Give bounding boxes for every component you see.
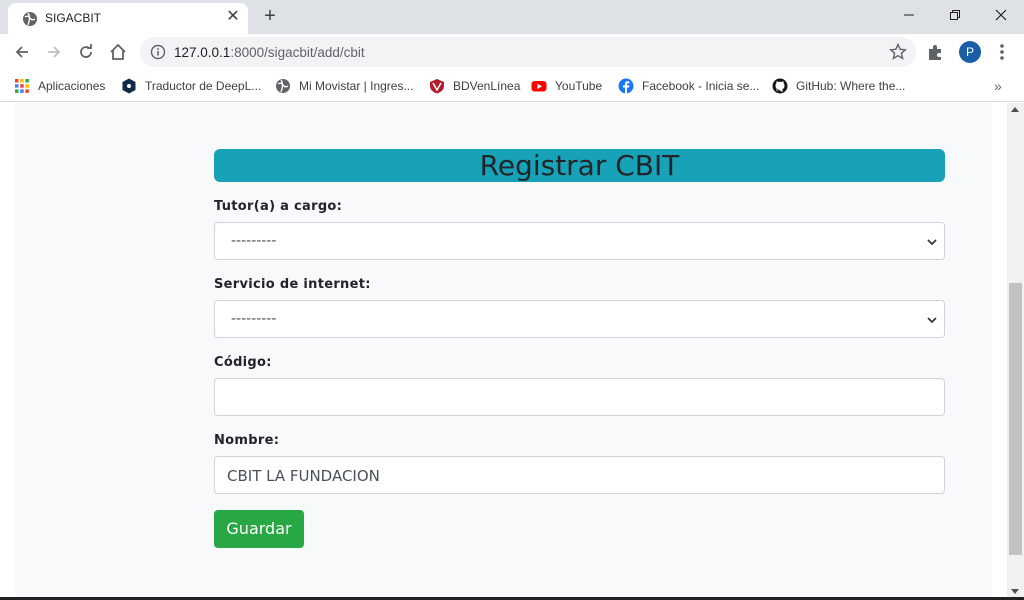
scroll-down-arrow-icon[interactable]: [1011, 589, 1019, 594]
home-button[interactable]: [106, 40, 130, 64]
close-window-button[interactable]: [978, 0, 1024, 30]
tutor-select-value: ---------: [231, 233, 277, 249]
close-icon: [995, 9, 1007, 21]
address-bar[interactable]: 127.0.0.1:8000/sigacbit/add/cbit: [140, 37, 916, 67]
codigo-input[interactable]: [214, 378, 945, 416]
vertical-scrollbar[interactable]: [1007, 103, 1024, 600]
tutor-label: Tutor(a) a cargo:: [214, 199, 343, 214]
url-host: 127.0.0.1: [174, 45, 231, 60]
more-bookmarks-icon[interactable]: »: [994, 76, 1008, 96]
apps-grid-icon: [15, 79, 29, 93]
url-path: :8000/sigacbit/add/cbit: [230, 45, 365, 60]
bookmark-label: GitHub: Where the...: [796, 79, 906, 93]
close-tab-icon[interactable]: ✕: [224, 8, 242, 26]
save-button[interactable]: Guardar: [214, 510, 304, 548]
bookmark-facebook[interactable]: Facebook - Inicia se...: [618, 76, 759, 96]
facebook-icon: [618, 78, 634, 94]
bookmark-bdvenlinea[interactable]: BDVenLínea: [429, 76, 520, 96]
minimize-window-button[interactable]: [886, 0, 932, 30]
kebab-menu-icon[interactable]: [994, 42, 1010, 62]
internet-label: Servicio de internet:: [214, 277, 371, 292]
bookmark-label: YouTube: [555, 79, 603, 93]
internet-select-value: ---------: [231, 311, 277, 327]
restore-window-button[interactable]: [932, 0, 978, 30]
globe-icon: [276, 79, 290, 93]
github-icon: [772, 78, 788, 94]
scrollbar-thumb[interactable]: [1009, 283, 1022, 555]
tab-strip: SIGACBIT ✕ +: [0, 0, 1024, 34]
nombre-input-value: CBIT LA FUNDACION: [227, 467, 380, 485]
bdv-icon: [430, 79, 444, 94]
chevron-down-icon: [927, 317, 937, 324]
scroll-up-arrow-icon[interactable]: [1011, 107, 1019, 112]
home-icon: [110, 43, 126, 60]
tutor-select[interactable]: ---------: [214, 222, 945, 260]
bookmark-movistar[interactable]: Mi Movistar | Ingres...: [275, 76, 413, 96]
globe-icon: [23, 12, 37, 26]
nombre-input[interactable]: CBIT LA FUNDACION: [214, 456, 945, 494]
new-tab-icon[interactable]: +: [258, 5, 282, 29]
bookmark-star-icon[interactable]: [889, 43, 907, 61]
tab-title: SIGACBIT: [45, 11, 102, 25]
bookmark-apps[interactable]: Aplicaciones: [14, 76, 105, 96]
bookmark-deepl[interactable]: Traductor de DeepL...: [121, 76, 261, 96]
restore-icon: [950, 10, 960, 20]
profile-avatar[interactable]: P: [959, 41, 981, 63]
arrow-forward-icon: [48, 46, 61, 58]
chevron-down-icon: [927, 239, 937, 246]
url-text[interactable]: 127.0.0.1:8000/sigacbit/add/cbit: [174, 45, 365, 60]
info-icon[interactable]: [150, 44, 166, 60]
reload-button[interactable]: [74, 40, 98, 64]
form-title: Registrar CBIT: [214, 149, 945, 182]
page-viewport: Registrar CBIT Tutor(a) a cargo: -------…: [0, 103, 1024, 600]
bookmark-label: Traductor de DeepL...: [145, 79, 262, 93]
bookmark-github[interactable]: GitHub: Where the...: [772, 76, 905, 96]
bookmark-label: Facebook - Inicia se...: [642, 79, 760, 93]
arrow-back-icon: [15, 46, 28, 58]
bookmark-label: BDVenLínea: [453, 79, 521, 93]
extensions-puzzle-icon[interactable]: [926, 42, 946, 62]
bookmark-label: Aplicaciones: [38, 79, 106, 93]
form-container: Registrar CBIT Tutor(a) a cargo: -------…: [15, 103, 992, 600]
deepl-icon: [122, 78, 136, 94]
internet-service-select[interactable]: ---------: [214, 300, 945, 338]
bookmark-label: Mi Movistar | Ingres...: [299, 79, 414, 93]
reload-icon: [80, 44, 92, 58]
forward-button[interactable]: [42, 40, 66, 64]
youtube-icon: [531, 81, 547, 92]
nombre-label: Nombre:: [214, 433, 280, 448]
codigo-label: Código:: [214, 355, 272, 370]
browser-tab[interactable]: SIGACBIT ✕: [8, 3, 248, 34]
bookmark-youtube[interactable]: YouTube: [531, 76, 602, 96]
minimize-icon: [904, 14, 914, 16]
bookmarks-bar: Aplicaciones Traductor de DeepL... Mi Mo…: [0, 70, 1024, 102]
browser-toolbar: 127.0.0.1:8000/sigacbit/add/cbit P: [0, 34, 1024, 70]
back-button[interactable]: [10, 40, 34, 64]
